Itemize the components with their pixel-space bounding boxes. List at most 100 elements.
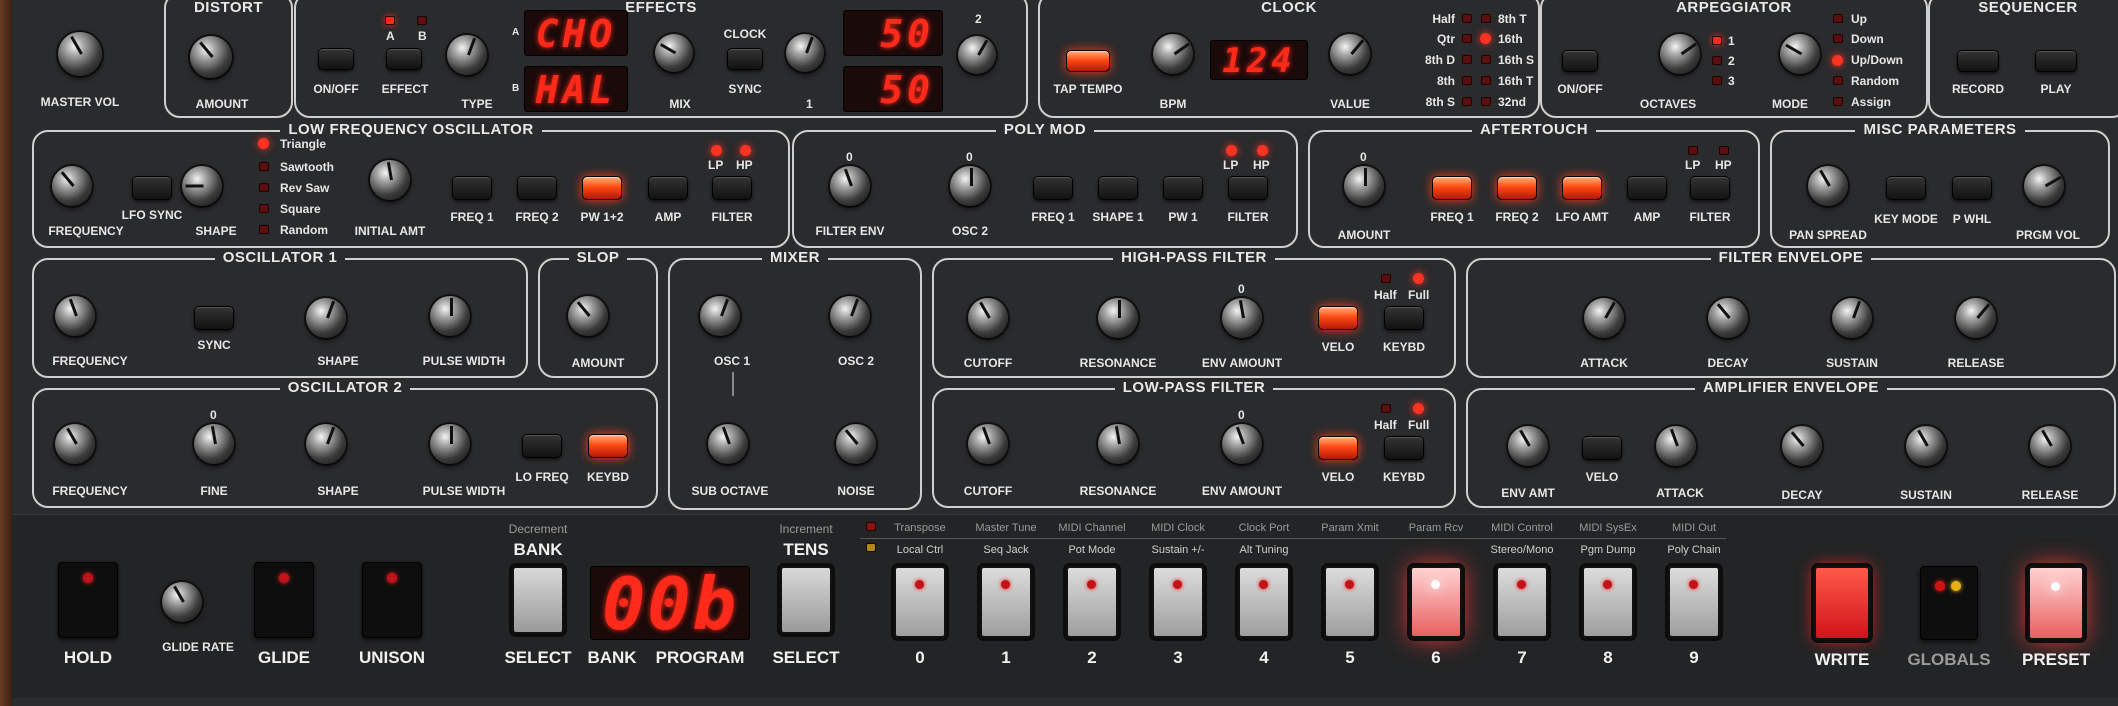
osc2-fine-knob[interactable] — [194, 424, 234, 464]
fenv-release-knob[interactable] — [1956, 298, 1996, 338]
slop-amount-knob[interactable] — [568, 296, 608, 336]
glide-rate-knob[interactable] — [162, 582, 202, 622]
number-button-9[interactable] — [1668, 566, 1720, 638]
lfo-frequency-knob[interactable] — [52, 166, 92, 206]
aenv-release-knob[interactable] — [2030, 426, 2070, 466]
effect-mix-knob[interactable] — [655, 34, 693, 72]
aenv-sustain-knob[interactable] — [1906, 426, 1946, 466]
hpf-velo-button[interactable] — [1318, 306, 1358, 330]
osc1-frequency-knob[interactable] — [55, 296, 95, 336]
key-mode-button[interactable] — [1886, 176, 1926, 200]
program-label: PROGRAM — [655, 648, 745, 667]
lpf-resonance-knob[interactable] — [1098, 424, 1138, 464]
hold-button[interactable] — [58, 562, 118, 638]
arp-mode-knob[interactable] — [1780, 34, 1820, 74]
aftertouch-hp-led — [1719, 146, 1729, 155]
effect-type-knob[interactable] — [447, 35, 487, 75]
osc1-pulse-width-knob[interactable] — [430, 296, 470, 336]
lfo-initial-amt-knob[interactable] — [370, 160, 410, 200]
lfo-freq1-button[interactable] — [452, 176, 492, 200]
number-button-7[interactable] — [1496, 566, 1548, 638]
aenv-velo-button[interactable] — [1582, 436, 1622, 460]
fenv-sustain-knob[interactable] — [1832, 298, 1872, 338]
unison-button[interactable] — [362, 562, 422, 638]
polymod-filter-button[interactable] — [1228, 176, 1268, 200]
number-button-0[interactable] — [894, 566, 946, 638]
lpf-keybd-button[interactable] — [1384, 436, 1424, 460]
bank-select-button[interactable] — [512, 566, 564, 634]
lfo-sync-button[interactable] — [132, 176, 172, 200]
hpf-env-amount-knob[interactable] — [1222, 298, 1262, 338]
osc2-frequency-knob[interactable] — [55, 424, 95, 464]
seq-play-button[interactable] — [2035, 50, 2077, 72]
mixer-osc1-knob[interactable] — [700, 296, 740, 336]
write-button[interactable] — [1814, 566, 1870, 640]
polymod-osc2-knob[interactable] — [950, 166, 990, 206]
hpf-cutoff-knob[interactable] — [968, 298, 1008, 338]
mixer-osc2-knob[interactable] — [830, 296, 870, 336]
prgm-vol-knob[interactable] — [2024, 166, 2064, 206]
mixer-noise-knob[interactable] — [836, 424, 876, 464]
aftertouch-amp-button[interactable] — [1627, 176, 1667, 200]
bpm-knob[interactable] — [1153, 34, 1193, 74]
fenv-attack-knob[interactable] — [1584, 298, 1624, 338]
polymod-pw1-button[interactable] — [1163, 176, 1203, 200]
polymod-filter-env-knob[interactable] — [830, 166, 870, 206]
clock-value-knob[interactable] — [1330, 34, 1370, 74]
polymod-shape1-button[interactable] — [1098, 176, 1138, 200]
osc1-shape-knob[interactable] — [306, 298, 346, 338]
lfo-freq2-button[interactable] — [517, 176, 557, 200]
tens-select-button[interactable] — [780, 566, 832, 634]
lpf-cutoff-knob[interactable] — [968, 424, 1008, 464]
arp-mode-led-updown — [1832, 55, 1843, 66]
number-button-4[interactable] — [1238, 566, 1290, 638]
effect-sync-button[interactable] — [727, 48, 763, 70]
fenv-decay-knob[interactable] — [1708, 298, 1748, 338]
osc2-keybd-button[interactable] — [588, 434, 628, 458]
tap-tempo-button[interactable] — [1066, 50, 1110, 72]
glide-button[interactable] — [254, 562, 314, 638]
osc1-sync-button[interactable] — [194, 306, 234, 330]
aenv-attack-knob[interactable] — [1656, 426, 1696, 466]
effect-param2-knob[interactable] — [958, 36, 996, 74]
number-button-1[interactable] — [980, 566, 1032, 638]
aenv-decay-knob[interactable] — [1782, 426, 1822, 466]
number-button-8[interactable] — [1582, 566, 1634, 638]
lfo-amp-button[interactable] — [648, 176, 688, 200]
effects-onoff-button[interactable] — [318, 48, 354, 70]
mixer-sub-octave-knob[interactable] — [708, 424, 748, 464]
aftertouch-freq2-button[interactable] — [1497, 176, 1537, 200]
number-button-5[interactable] — [1324, 566, 1376, 638]
arp-octaves-knob[interactable] — [1660, 34, 1700, 74]
osc2-shape-knob[interactable] — [306, 424, 346, 464]
lfo-filter-button[interactable] — [712, 176, 752, 200]
aenv-env-amt-knob[interactable] — [1508, 426, 1548, 466]
number-button-3[interactable] — [1152, 566, 1204, 638]
hpf-keybd-button[interactable] — [1384, 306, 1424, 330]
lpf-env-amount-knob[interactable] — [1222, 424, 1262, 464]
number-button-6[interactable] — [1410, 566, 1462, 638]
legend-top-8: MIDI SysEx — [1579, 522, 1637, 534]
osc2-pulse-width-knob[interactable] — [430, 424, 470, 464]
seq-record-button[interactable] — [1957, 50, 1999, 72]
polymod-freq1-button[interactable] — [1033, 176, 1073, 200]
effect-select-button[interactable] — [386, 48, 422, 70]
master-vol-knob[interactable] — [58, 32, 102, 76]
distort-amount-knob[interactable] — [190, 36, 232, 78]
aftertouch-amount-knob[interactable] — [1344, 166, 1384, 206]
lfo-pw12-button[interactable] — [582, 176, 622, 200]
osc2-lo-freq-button[interactable] — [522, 434, 562, 458]
aftertouch-lfo-amt-button[interactable] — [1562, 176, 1602, 200]
preset-button[interactable] — [2028, 566, 2084, 640]
globals-button[interactable] — [1920, 566, 1978, 640]
lpf-velo-button[interactable] — [1318, 436, 1358, 460]
hpf-resonance-knob[interactable] — [1098, 298, 1138, 338]
p-whl-button[interactable] — [1952, 176, 1992, 200]
aftertouch-filter-button[interactable] — [1690, 176, 1730, 200]
lfo-shape-knob[interactable] — [182, 166, 222, 206]
number-button-2[interactable] — [1066, 566, 1118, 638]
effect-param1-knob[interactable] — [786, 34, 824, 72]
arp-onoff-button[interactable] — [1562, 50, 1598, 72]
aftertouch-freq1-button[interactable] — [1432, 176, 1472, 200]
pan-spread-knob[interactable] — [1808, 166, 1848, 206]
